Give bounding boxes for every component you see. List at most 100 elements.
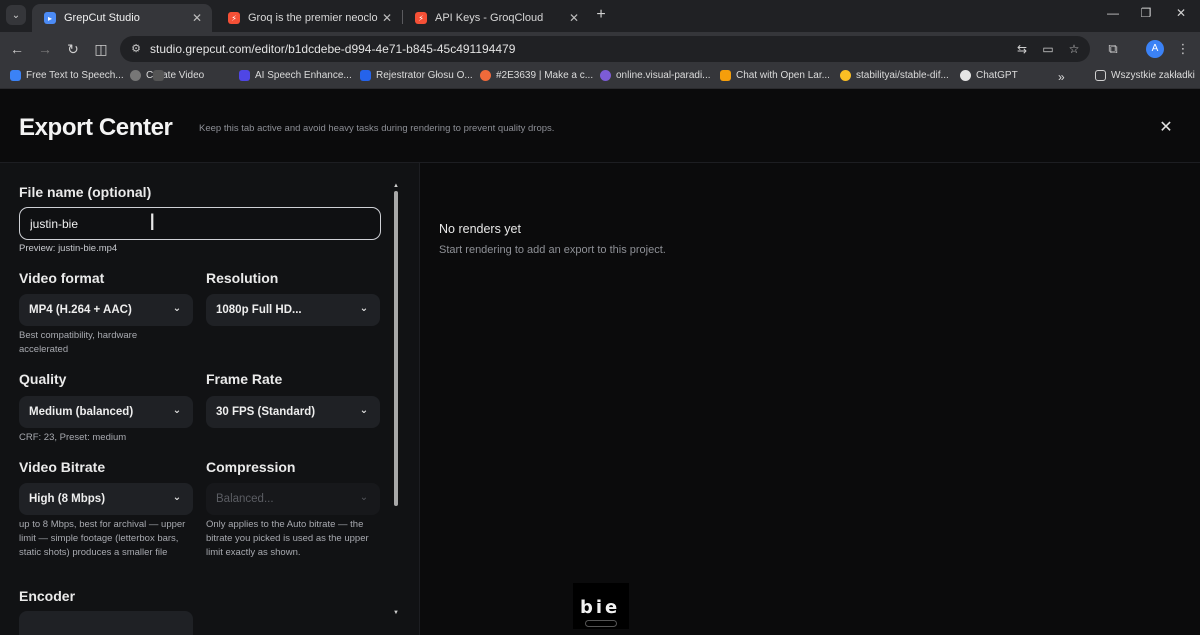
renders-panel: No renders yet Start rendering to add an… <box>421 163 1200 635</box>
quality-hint: CRF: 23, Preset: medium <box>19 432 127 443</box>
tab-search-chevron-icon[interactable]: ⌄ <box>6 5 26 25</box>
bookmark-label: Chat with Open Lar... <box>736 70 830 81</box>
bookmark-label: Wszystkie zakładki <box>1111 70 1195 81</box>
video-format-select[interactable]: MP4 (H.264 + AAC) ⌄ <box>19 294 193 326</box>
caption-bar <box>585 620 617 627</box>
close-tab-icon[interactable]: ✕ <box>565 11 583 25</box>
bookmark-favicon-icon <box>130 70 141 81</box>
bookmark-favicon-icon <box>239 70 250 81</box>
page-title: Export Center <box>19 114 173 141</box>
bookmark-label: #2E3639 | Make a c... <box>496 70 594 81</box>
bookmark-favicon-icon <box>10 70 21 81</box>
restore-icon[interactable]: ❐ <box>1137 6 1155 20</box>
video-bitrate-value: High (8 Mbps) <box>29 493 106 505</box>
bookmark-item[interactable]: #2E3639 | Make a c... <box>480 70 593 81</box>
chevron-down-icon: ⌄ <box>359 303 369 314</box>
frame-rate-value: 30 FPS (Standard) <box>216 406 316 418</box>
bookmark-favicon-icon <box>840 70 851 81</box>
back-icon[interactable]: ← <box>8 40 26 58</box>
scroll-down-arrow-icon[interactable]: ▼ <box>393 610 399 616</box>
split-view-icon[interactable]: ◫ <box>92 40 110 58</box>
scrollbar-thumb[interactable] <box>394 191 398 506</box>
minimize-icon[interactable]: — <box>1104 6 1122 20</box>
bookmark-item[interactable]: Rejestrator Głosu O... <box>360 70 473 81</box>
page-subtitle: Keep this tab active and avoid heavy tas… <box>199 123 555 134</box>
tab-groqcloud-api-keys[interactable]: ⚡ API Keys - GroqCloud ✕ <box>403 4 589 32</box>
scroll-up-arrow-icon[interactable]: ▲ <box>393 183 399 189</box>
frame-rate-label: Frame Rate <box>206 371 283 387</box>
tab-title: GrepCut Studio <box>64 12 140 24</box>
bookmarks-overflow-icon[interactable]: » <box>1058 70 1065 84</box>
menu-kebab-icon[interactable]: ⋮ <box>1174 40 1192 58</box>
tab-title: API Keys - GroqCloud <box>435 12 544 24</box>
chevron-down-icon: ⌄ <box>359 405 369 416</box>
chevron-down-icon: ⌄ <box>359 492 369 503</box>
site-info-icon[interactable]: ⚙ <box>128 41 144 57</box>
chevron-down-icon: ⌄ <box>172 492 182 503</box>
empty-state-title: No renders yet <box>439 222 521 236</box>
translate-icon[interactable]: ⇆ <box>1014 41 1030 57</box>
folder-icon <box>1095 70 1106 81</box>
new-tab-button[interactable]: + <box>592 6 610 24</box>
window-close-icon[interactable]: ✕ <box>1172 6 1190 20</box>
file-name-label: File name (optional) <box>19 184 152 200</box>
address-bar[interactable]: ⚙ studio.grepcut.com/editor/b1dcdebe-d99… <box>120 36 1090 62</box>
export-center-page: Export Center Keep this tab active and a… <box>0 89 1200 635</box>
bookmark-favicon-icon <box>480 70 491 81</box>
tab-grepcut-studio[interactable]: ▸ GrepCut Studio ✕ <box>32 4 212 32</box>
resolution-select[interactable]: 1080p Full HD... ⌄ <box>206 294 380 326</box>
export-settings-panel: File name (optional) I Preview: justin-b… <box>0 163 420 635</box>
video-format-value: MP4 (H.264 + AAC) <box>29 304 132 316</box>
compression-label: Compression <box>206 459 296 475</box>
empty-state-subtitle: Start rendering to add an export to this… <box>439 244 666 256</box>
video-bitrate-hint: up to 8 Mbps, best for archival — upper … <box>19 519 186 558</box>
bookmark-item[interactable]: Chat with Open Lar... <box>720 70 830 81</box>
video-bitrate-select[interactable]: High (8 Mbps) ⌄ <box>19 483 193 515</box>
compression-select[interactable]: Balanced... ⌄ <box>206 483 380 515</box>
chevron-down-icon: ⌄ <box>172 303 182 314</box>
groq-favicon-icon: ⚡ <box>228 12 240 24</box>
compression-hint: Only applies to the Auto bitrate — the b… <box>206 519 369 558</box>
forward-icon[interactable]: → <box>36 40 54 58</box>
compression-value: Balanced... <box>216 493 274 505</box>
bookmark-favicon-icon <box>360 70 371 81</box>
quality-select[interactable]: Medium (balanced) ⌄ <box>19 396 193 428</box>
encoder-select[interactable] <box>19 611 193 635</box>
browser-tabstrip: ⌄ ▸ GrepCut Studio ✕ ⚡ Groq is the premi… <box>0 0 1200 32</box>
close-tab-icon[interactable]: ✕ <box>188 11 206 25</box>
chevron-down-icon: ⌄ <box>172 405 182 416</box>
bookmark-label: ChatGPT <box>976 70 1018 81</box>
close-dialog-icon[interactable]: ✕ <box>1157 119 1175 137</box>
bookmark-label: AI Speech Enhance... <box>255 70 352 81</box>
bookmark-item[interactable]: online.visual-paradi... <box>600 70 711 81</box>
reload-icon[interactable]: ↻ <box>64 40 82 58</box>
all-bookmarks-folder[interactable]: Wszystkie zakładki <box>1095 70 1195 81</box>
encoder-label: Encoder <box>19 588 76 604</box>
bookmark-item[interactable]: ChatGPT <box>960 70 1018 81</box>
video-format-label: Video format <box>19 270 105 286</box>
tab-groq[interactable]: ⚡ Groq is the premier neocloud fo ✕ <box>216 4 402 32</box>
text-cursor-icon: I <box>149 211 156 236</box>
url-text[interactable]: studio.grepcut.com/editor/b1dcdebe-d994-… <box>150 42 515 56</box>
resolution-label: Resolution <box>206 270 279 286</box>
quality-value: Medium (balanced) <box>29 406 134 418</box>
extensions-icon[interactable]: ⧉ <box>1104 40 1122 58</box>
bookmark-item[interactable] <box>153 70 169 81</box>
bookmark-favicon-icon <box>720 70 731 81</box>
video-format-hint: Best compatibility, hardware accelerated <box>19 330 138 355</box>
file-name-input[interactable] <box>19 207 381 240</box>
bookmark-label: Free Text to Speech... <box>26 70 124 81</box>
bookmark-favicon-icon <box>153 70 164 81</box>
page-icon[interactable]: ▭ <box>1040 41 1056 57</box>
frame-rate-select[interactable]: 30 FPS (Standard) ⌄ <box>206 396 380 428</box>
bookmark-item[interactable]: Free Text to Speech... <box>10 70 124 81</box>
bookmark-item[interactable]: stabilityai/stable-dif... <box>840 70 949 81</box>
close-tab-icon[interactable]: ✕ <box>378 11 396 25</box>
bookmark-favicon-icon <box>960 70 971 81</box>
bookmark-star-icon[interactable]: ☆ <box>1066 41 1082 57</box>
caption-text: bie <box>580 597 621 618</box>
bookmark-item[interactable]: AI Speech Enhance... <box>239 70 352 81</box>
bookmark-favicon-icon <box>600 70 611 81</box>
profile-avatar[interactable]: A <box>1146 40 1164 58</box>
bookmark-label: online.visual-paradi... <box>616 70 711 81</box>
